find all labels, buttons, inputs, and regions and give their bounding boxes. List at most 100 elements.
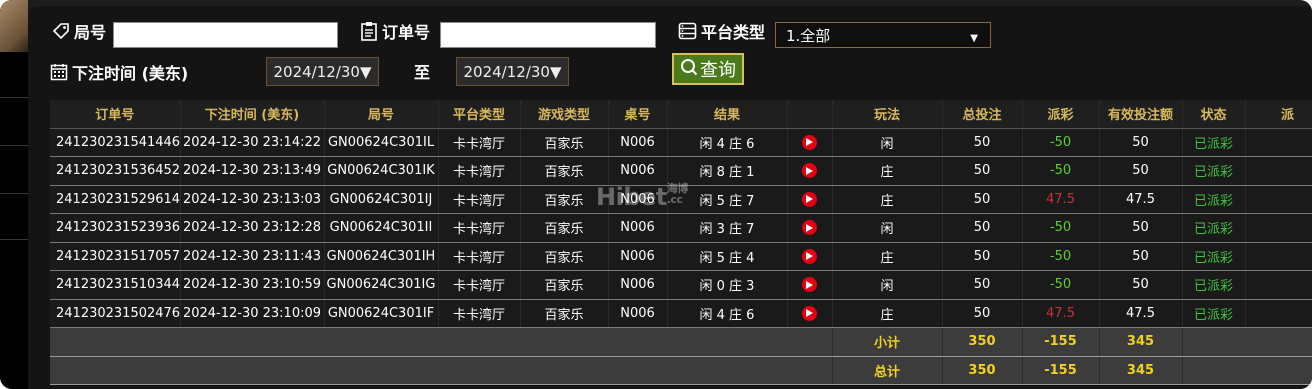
subtotal-valid: 345 <box>1099 327 1183 357</box>
play-type-cell: 闲 <box>832 213 943 243</box>
order-number-cell: 241230231529614 <box>50 185 181 214</box>
valid-bet-cell: 50 <box>1099 156 1183 186</box>
payout-cell: 47.5 <box>1022 185 1100 214</box>
replay-cell <box>787 213 833 243</box>
total-tail <box>1182 356 1312 385</box>
col-header <box>787 100 833 129</box>
date-from-picker[interactable]: 2024/12/30▼ <box>266 57 379 86</box>
order-number-cell: 241230231523936 <box>50 213 181 243</box>
round-cell: GN00624C301II <box>324 213 439 243</box>
platform-select[interactable]: 1.全部 ▼ <box>775 22 991 48</box>
platform-cell: 卡卡湾厅 <box>438 128 521 157</box>
play-icon[interactable] <box>802 305 817 321</box>
play-icon[interactable] <box>802 248 817 264</box>
col-header[interactable]: 局号 <box>324 100 439 129</box>
round-cell: GN00624C301IH <box>324 242 439 271</box>
result-cell: 闲 4 庄 6 <box>667 128 788 157</box>
payout-cell: -50 <box>1022 270 1100 300</box>
nav-item-1[interactable] <box>0 52 28 98</box>
app-frame: 局号 订单号 平台类型 1.全部 ▼ 下注时间 (美东) 2024/12/30▼… <box>0 0 1312 389</box>
col-header[interactable]: 下注时间 (美东) <box>180 100 325 129</box>
total-bet-cell: 50 <box>942 270 1023 300</box>
play-icon[interactable] <box>802 163 817 178</box>
order-number-cell: 241230231536452 <box>50 156 181 186</box>
table-header-row: 订单号 下注时间 (美东) 局号 平台类型 游戏类型 桌号 结果 玩法 总投注 … <box>50 100 1312 129</box>
extra-cell <box>1245 213 1312 243</box>
play-type-cell: 闲 <box>832 270 943 300</box>
status-cell: 已派彩 <box>1182 128 1246 157</box>
col-header[interactable]: 桌号 <box>608 100 668 129</box>
nav-item-2[interactable] <box>0 98 28 146</box>
result-cell: 闲 3 庄 7 <box>667 213 788 243</box>
clipboard-icon <box>360 21 378 41</box>
round-input[interactable] <box>113 22 338 48</box>
game-type-cell: 百家乐 <box>520 156 609 186</box>
total-bet-cell: 50 <box>942 213 1023 243</box>
replay-cell <box>787 185 833 214</box>
bet-time-cell: 2024-12-30 23:12:28 <box>180 213 325 243</box>
game-type-cell: 百家乐 <box>520 299 609 328</box>
left-nav-rail <box>0 0 28 389</box>
platform-cell: 卡卡湾厅 <box>438 242 521 271</box>
play-icon[interactable] <box>802 134 817 150</box>
play-icon[interactable] <box>802 220 817 235</box>
table-number-cell: N006 <box>608 185 668 214</box>
col-header[interactable]: 游戏类型 <box>520 100 609 129</box>
round-cell: GN00624C301IL <box>324 128 439 157</box>
col-header[interactable]: 总投注 <box>942 100 1023 129</box>
replay-cell <box>787 156 833 186</box>
query-button[interactable]: 查询 <box>672 53 744 85</box>
status-cell: 已派彩 <box>1182 242 1246 271</box>
valid-bet-cell: 50 <box>1099 128 1183 157</box>
play-type-cell: 闲 <box>832 128 943 157</box>
play-icon[interactable] <box>802 277 817 292</box>
total-bet: 350 <box>942 356 1023 385</box>
order-label: 订单号 <box>360 19 430 43</box>
col-header[interactable]: 平台类型 <box>438 100 521 129</box>
platform-label: 平台类型 <box>678 19 765 43</box>
round-label: 局号 <box>52 19 106 43</box>
col-header[interactable]: 派 <box>1245 100 1312 129</box>
subtotal-payout: -155 <box>1022 327 1100 357</box>
status-cell: 已派彩 <box>1182 185 1246 214</box>
col-header[interactable]: 订单号 <box>50 100 181 129</box>
status-cell: 已派彩 <box>1182 299 1246 328</box>
col-header[interactable]: 玩法 <box>832 100 943 129</box>
total-bet-cell: 50 <box>942 128 1023 157</box>
order-input[interactable] <box>440 22 656 48</box>
nav-item-4[interactable] <box>0 194 28 240</box>
game-type-cell: 百家乐 <box>520 213 609 243</box>
table-number-cell: N006 <box>608 242 668 271</box>
platform-cell: 卡卡湾厅 <box>438 156 521 186</box>
extra-cell <box>1245 156 1312 186</box>
col-header[interactable]: 有效投注额 <box>1099 100 1183 129</box>
total-valid: 345 <box>1099 356 1183 385</box>
bet-record-table: 订单号 下注时间 (美东) 局号 平台类型 游戏类型 桌号 结果 玩法 总投注 … <box>50 100 1312 389</box>
subtotal-spacer <box>50 327 833 357</box>
game-type-cell: 百家乐 <box>520 270 609 300</box>
table-row: 241230231510344 2024-12-30 23:10:59 GN00… <box>50 270 1312 300</box>
valid-bet-cell: 47.5 <box>1099 299 1183 328</box>
subtotal-bet: 350 <box>942 327 1023 357</box>
total-bet-cell: 50 <box>942 185 1023 214</box>
round-cell: GN00624C301IF <box>324 299 439 328</box>
extra-cell <box>1245 299 1312 328</box>
date-to-picker[interactable]: 2024/12/30▼ <box>456 57 569 86</box>
play-icon[interactable] <box>802 191 817 207</box>
table-row: 241230231517057 2024-12-30 23:11:43 GN00… <box>50 242 1312 271</box>
nav-item-3[interactable] <box>0 146 28 194</box>
table-number-cell: N006 <box>608 156 668 186</box>
col-header[interactable]: 派彩 <box>1022 100 1100 129</box>
result-cell: 闲 5 庄 4 <box>667 242 788 271</box>
col-header[interactable]: 结果 <box>667 100 788 129</box>
bet-time-cell: 2024-12-30 23:14:22 <box>180 128 325 157</box>
total-bet-cell: 50 <box>942 156 1023 186</box>
table-number-cell: N006 <box>608 213 668 243</box>
play-type-cell: 庄 <box>832 299 943 328</box>
status-cell: 已派彩 <box>1182 156 1246 186</box>
round-cell: GN00624C301IK <box>324 156 439 186</box>
col-header[interactable]: 状态 <box>1182 100 1246 129</box>
replay-cell <box>787 299 833 328</box>
subtotal-label: 小计 <box>832 327 943 357</box>
total-bet-cell: 50 <box>942 299 1023 328</box>
